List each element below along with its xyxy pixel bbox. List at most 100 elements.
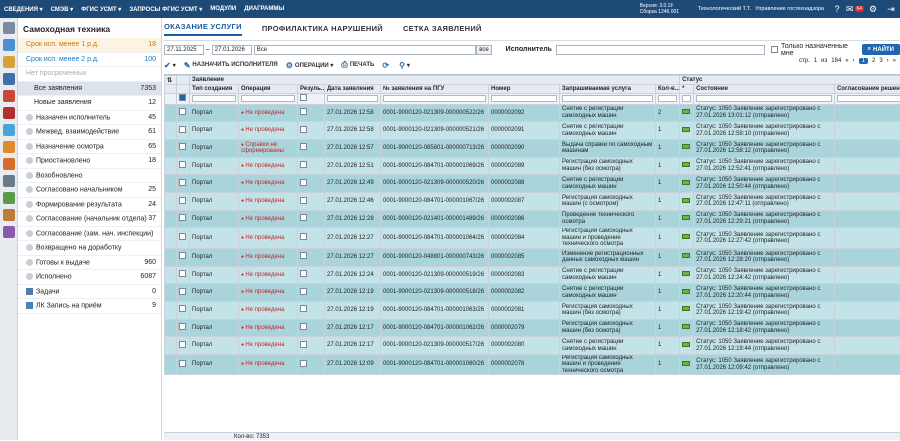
settings-icon[interactable]: ⚙ [867,3,879,15]
sidebar-item[interactable]: Приостановлено18 [18,154,161,169]
table-row[interactable]: ПорталНе проведена27.01.2026 12:240001-9… [165,266,900,284]
result-checkbox[interactable] [300,288,307,295]
pager-last[interactable]: » [893,58,896,64]
result-checkbox[interactable] [300,179,307,186]
row-checkbox[interactable] [179,233,186,240]
result-checkbox[interactable] [300,305,307,312]
result-filter-checkbox[interactable] [300,94,307,101]
result-checkbox[interactable] [300,233,307,240]
row-select-cell[interactable] [177,228,190,249]
top-menu-item[interactable]: СВЕДЕНИЯ ▾ [4,6,43,13]
print-button[interactable]: ⎙ПЕЧАТЬ [341,60,374,70]
column-filter-input[interactable] [837,95,900,102]
chart-icon[interactable] [3,124,15,136]
date-to-input[interactable]: 27.01.2026 [212,45,252,55]
home-icon[interactable] [3,22,15,34]
result-checkbox[interactable] [300,126,307,133]
column-filter-input[interactable] [327,95,378,102]
cell-result[interactable] [298,301,325,319]
user-name[interactable]: Технологический Т.Т. [698,6,751,12]
list-icon[interactable] [3,175,15,187]
column-header[interactable]: № заявления на ПГУ [381,85,489,94]
cell-result[interactable] [298,284,325,302]
row-select-cell[interactable] [177,248,190,266]
sidebar-item[interactable]: Исполнено6087 [18,270,161,285]
row-checkbox[interactable] [179,341,186,348]
refresh-button[interactable]: ⟳ [382,61,391,70]
documents-icon[interactable] [3,39,15,51]
cell-result[interactable] [298,210,325,228]
cell-result[interactable] [298,175,325,193]
result-checkbox[interactable] [300,252,307,259]
row-checkbox[interactable] [179,197,186,204]
calendar-icon[interactable] [3,192,15,204]
sidebar-item[interactable]: Новые заявления12 [18,96,161,111]
row-checkbox[interactable] [179,214,186,221]
column-filter-input[interactable] [241,95,295,102]
table-row[interactable]: ПорталНе проведена27.01.2026 12:490001-9… [165,175,900,193]
table-row[interactable]: ПорталНе проведена27.01.2026 12:090001-9… [165,354,900,375]
tab-3[interactable]: СЕТКА ЗАЯВЛЕНИЙ [403,24,482,36]
row-select-cell[interactable] [177,104,190,122]
column-filter-input[interactable] [491,95,557,102]
row-checkbox[interactable] [179,179,186,186]
table-row[interactable]: ПорталНе проведена27.01.2026 12:460001-9… [165,192,900,210]
row-checkbox[interactable] [179,161,186,168]
table-row[interactable]: ПорталНе проведена27.01.2026 12:270001-9… [165,248,900,266]
table-row[interactable]: ПорталСправки не сформированы27.01.2026 … [165,139,900,157]
folder-icon[interactable] [3,56,15,68]
row-select-cell[interactable] [177,354,190,375]
check-all-button[interactable]: ✔▾ [164,61,176,70]
column-header[interactable]: Запрашиваемая услуга [560,85,656,94]
row-checkbox[interactable] [179,126,186,133]
sidebar-item[interactable]: Возобновлено [18,169,161,184]
column-header[interactable]: * [680,85,694,94]
top-menu-item[interactable]: ЗАПРОСЫ ФГИС УСМТ ▾ [129,6,202,13]
row-select-cell[interactable] [177,210,190,228]
table-row[interactable]: ПорталНе проведена27.01.2026 12:510001-9… [165,157,900,175]
sidebar-item[interactable]: Согласовано начальником25 [18,183,161,198]
only-assigned-checkbox[interactable] [771,46,778,53]
pager-page[interactable]: 3 [879,58,882,64]
tasks-icon[interactable] [3,158,15,170]
result-checkbox[interactable] [300,214,307,221]
cell-result[interactable] [298,248,325,266]
table-row[interactable]: ПорталНе проведена27.01.2026 12:170001-9… [165,319,900,337]
column-header[interactable]: Согласование решения [835,85,900,94]
row-checkbox[interactable] [179,360,186,367]
sidebar-item[interactable]: Межвед. взаимодействие61 [18,125,161,140]
column-header[interactable]: Номер [489,85,560,94]
row-checkbox[interactable] [179,288,186,295]
row-select-cell[interactable] [177,337,190,355]
row-checkbox[interactable] [179,323,186,330]
table-row[interactable]: ПорталНе проведена27.01.2026 12:270001-9… [165,228,900,249]
sidebar-item[interactable]: Назначен исполнитель45 [18,111,161,126]
column-header[interactable]: Кол-в... [656,85,680,94]
sidebar-item[interactable]: Возвращено на доработку [18,241,161,256]
pager-page[interactable]: 1 [859,58,868,64]
find-button[interactable]: ⌕НАЙТИ [862,44,900,55]
row-checkbox[interactable] [179,143,186,150]
all-button[interactable]: все [476,45,491,55]
date-from-input[interactable]: 27.11.2025 [164,45,204,55]
sidebar-item[interactable]: Все заявления7353 [18,82,161,97]
cell-result[interactable] [298,104,325,122]
emblem-icon[interactable] [3,107,15,119]
tab-2[interactable]: ПРОФИЛАКТИКА НАРУШЕНИЙ [262,24,383,36]
cell-result[interactable] [298,139,325,157]
column-filter-input[interactable] [682,95,691,102]
sidebar-item[interactable]: Назначение осмотра65 [18,140,161,155]
sidebar-item[interactable]: Согласование (начальник отдела)37 [18,212,161,227]
sidebar-item[interactable]: Согласование (зам. нач. инспекции) [18,227,161,242]
row-select-cell[interactable] [177,157,190,175]
status-select[interactable]: Все [254,45,477,55]
cell-result[interactable] [298,354,325,375]
result-checkbox[interactable] [300,341,307,348]
sidebar-deadline-item[interactable]: Срок исп. менее 1 р.д.18 [18,38,161,53]
users-icon[interactable] [3,226,15,238]
sidebar-deadline-item[interactable]: Срок исп. менее 2 р.д.100 [18,53,161,68]
column-filter-input[interactable] [658,95,677,102]
column-filter-input[interactable] [562,95,653,102]
row-select-cell[interactable] [177,192,190,210]
pager-next[interactable]: › [887,58,889,64]
